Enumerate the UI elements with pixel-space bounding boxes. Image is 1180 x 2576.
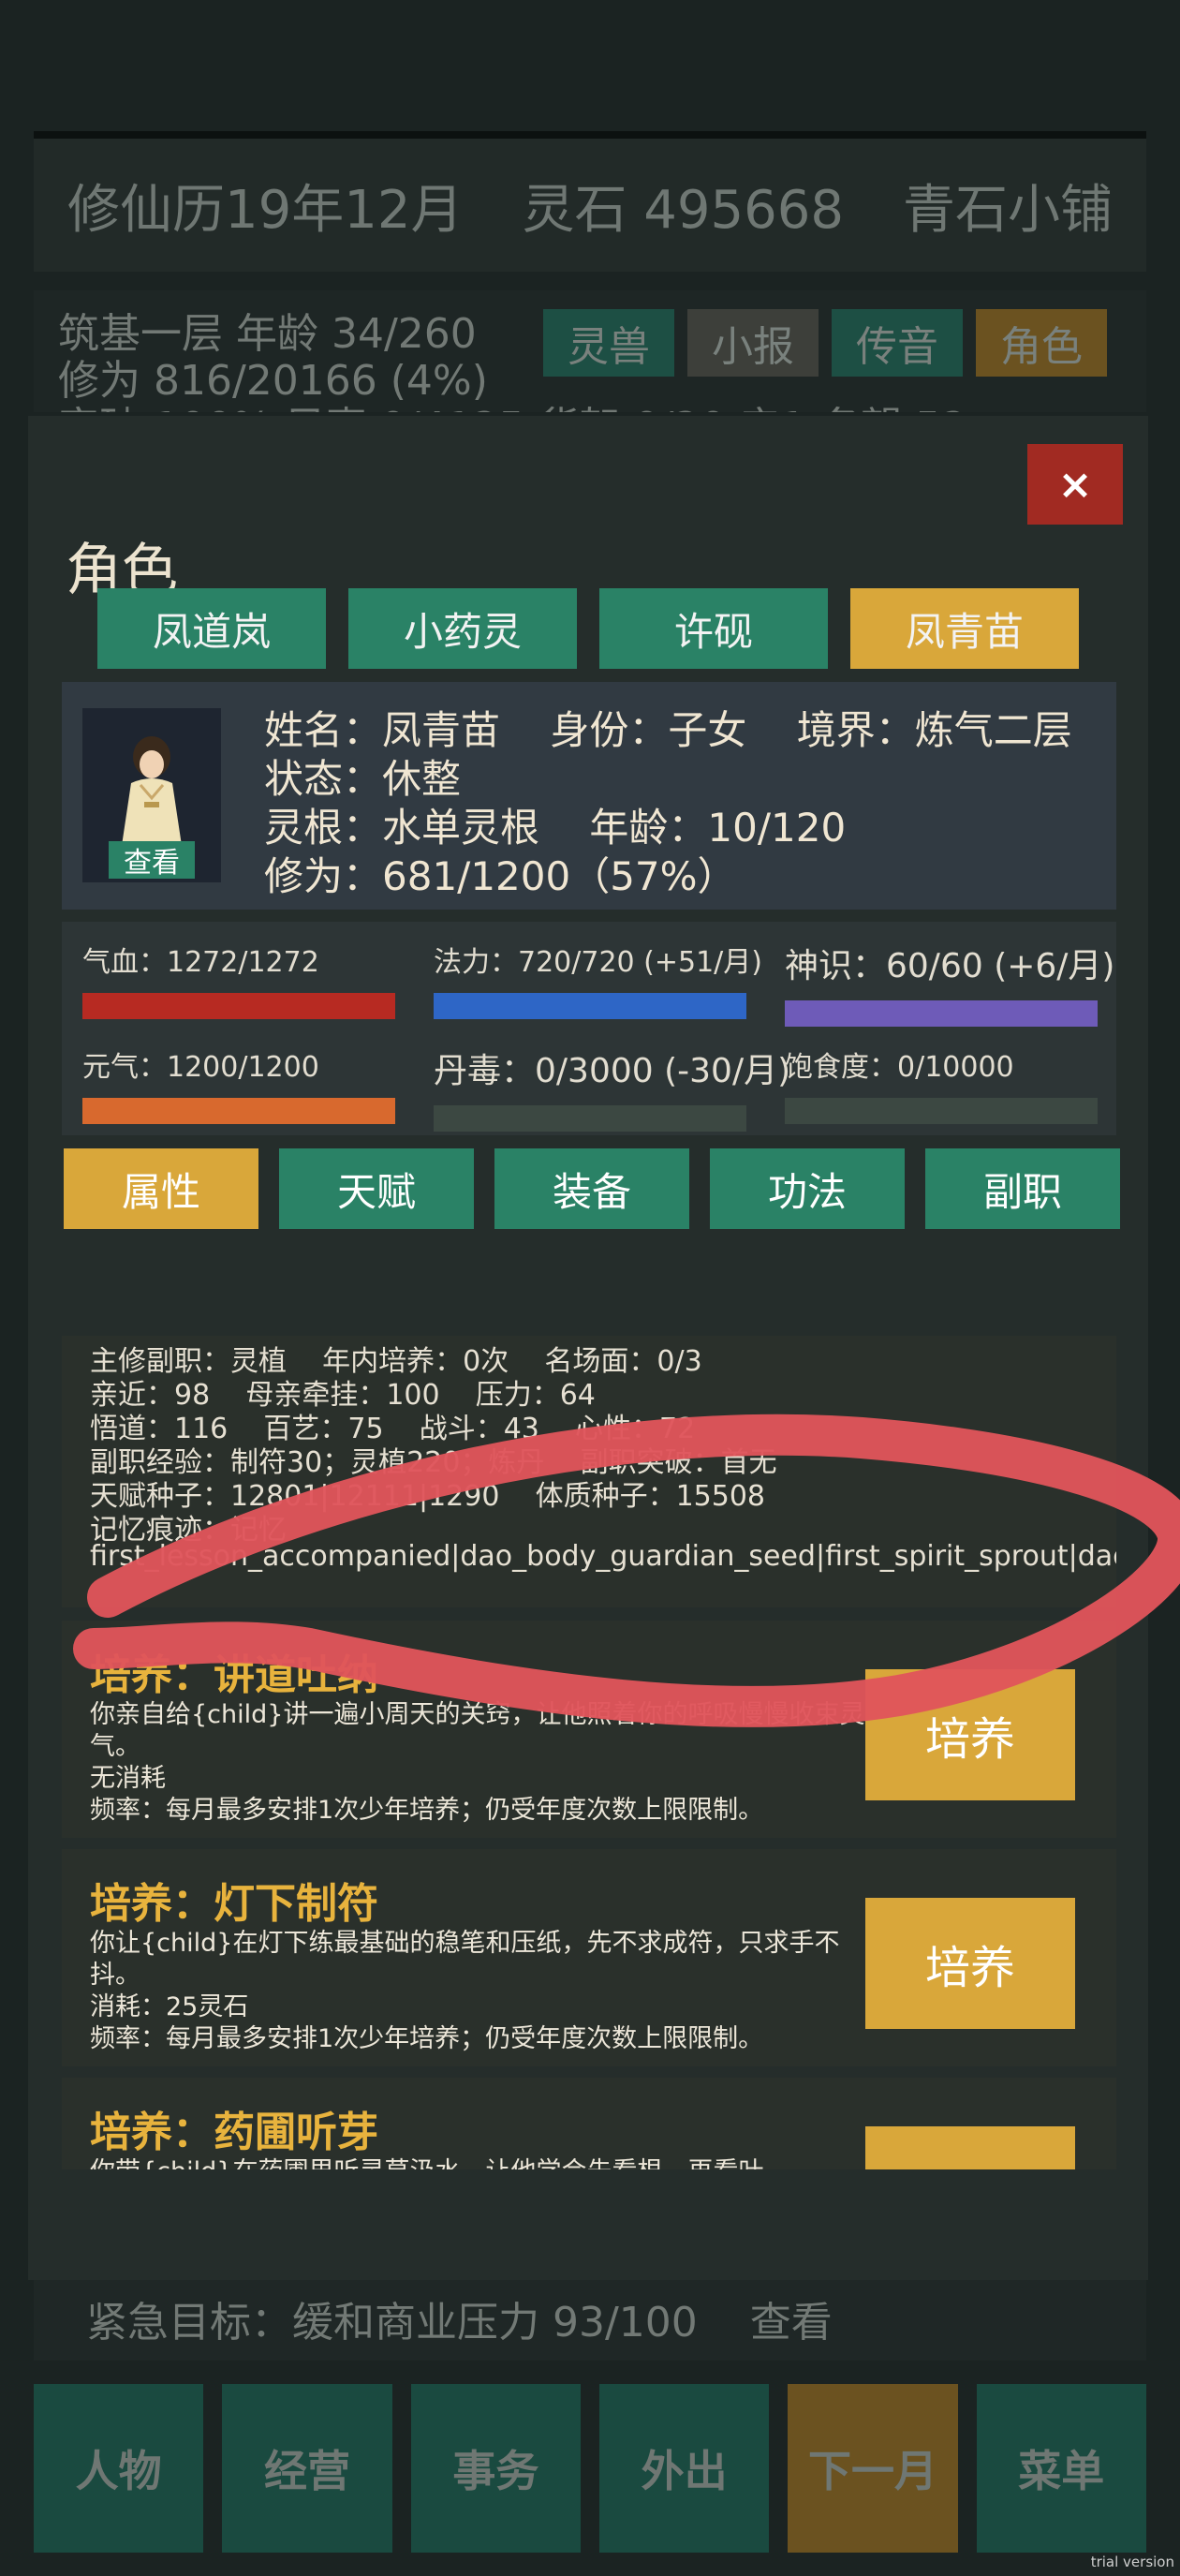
mana-stat: 法力：720/720 (+51/月) [434,939,762,1019]
stat-label: 丹毒：0/3000 (-30/月) [434,1052,791,1090]
card-title: 培养：讲道吐纳 [90,1651,378,1699]
card-description: 你亲自给{child}讲一遍小周天的关窍，让他照着你的呼吸慢慢收束灵气。 无消耗… [90,1699,886,1827]
stat-fill [785,1000,1098,1027]
nav-affairs[interactable]: 事务 [410,2384,581,2553]
training-card: 培养：讲道吐纳 你亲自给{child}讲一遍小周天的关窍，让他照着你的呼吸慢慢收… [62,1621,1116,1838]
nav-outing[interactable]: 外出 [598,2384,770,2553]
spirit-sense-stat: 神识：60/60 (+6/月) [785,939,1115,1027]
stat-label: 元气：1200/1200 [82,1051,319,1084]
card-cost: 消耗：25灵石 [90,1992,249,2021]
tab-talents[interactable]: 天赋 [279,1148,474,1229]
train-button[interactable]: 培养 [865,1898,1075,2029]
stat-label: 饱食度：0/10000 [785,1051,1014,1084]
character-tab[interactable]: 凤道岚 [97,588,326,669]
card-description: 你让{child}在灯下练最基础的稳笔和压纸，先不求成符，只求手不抖。 消耗：2… [90,1928,886,2055]
character-tab[interactable]: 许砚 [599,588,828,669]
view-button[interactable]: 查看 [109,841,195,880]
train-button[interactable]: 培养 [865,1669,1075,1800]
pill-toxin-stat: 丹毒：0/3000 (-30/月) [434,1044,791,1132]
message-button[interactable]: 传音 [832,309,963,377]
goal-view-link[interactable]: 查看 [750,2288,833,2348]
training-list[interactable]: 培养：讲道吐纳 你亲自给{child}讲一遍小周天的关窍，让他照着你的呼吸慢慢收… [62,1621,1116,2169]
card-desc-text: 你亲自给{child}讲一遍小周天的关窍，让他照着你的呼吸慢慢收束灵气。 [90,1700,865,1761]
training-card: 培养：灯下制符 你让{child}在灯下练最基础的稳笔和压纸，先不求成符，只求手… [62,1849,1116,2066]
train-button[interactable]: 培养 [865,2126,1075,2169]
bottom-nav: 人物 经营 事务 外出 下一月 菜单 [34,2384,1146,2553]
nav-character[interactable]: 人物 [34,2384,204,2553]
card-title: 培养：灯下制符 [90,1880,378,1928]
stat-bar [785,1098,1098,1124]
stat-bar [434,1105,746,1132]
nav-business[interactable]: 经营 [222,2384,392,2553]
urgent-goal-bar: 紧急目标：缓和商业压力 93/100 查看 [34,2276,1146,2361]
stat-bar [785,1000,1098,1027]
tab-techniques[interactable]: 功法 [710,1148,905,1229]
attribute-info-panel: 主修副职：灵植 年内培养：0次 名场面：0/3 亲近：98 母亲牵挂：100 压… [62,1336,1116,1607]
tab-attributes[interactable]: 属性 [64,1148,258,1229]
stat-bar [82,1098,395,1124]
tab-side-job[interactable]: 副职 [925,1148,1120,1229]
character-portrait[interactable]: 查看 [82,708,221,882]
status-buttons: 灵兽 小报 传音 角色 [543,309,1107,377]
character-tab-active[interactable]: 凤青苗 [850,588,1079,669]
card-desc-text: 你带{child}在药圃里听灵草汲水，让他学会先看根，再看叶。 [90,2156,886,2169]
breakthrough-text: 突破 100% 风声 0/4125 货架 0/20 产1 名望 52 [58,393,967,412]
stat-fill [82,1098,395,1124]
character-tab[interactable]: 小药灵 [348,588,577,669]
stat-bars: 气血：1272/1272 法力：720/720 (+51/月) 神识：60/60… [62,922,1116,1135]
character-tabs: 凤道岚 小药灵 许砚 凤青苗 [97,588,1079,669]
card-desc-text: 你让{child}在灯下练最基础的稳笔和压纸，先不求成符，只求手不抖。 [90,1929,840,1990]
stat-label: 气血：1272/1272 [82,946,319,979]
info-line: first_lesson_accompanied|dao_body_guardi… [90,1540,1116,1573]
satiety-stat: 饱食度：0/10000 [785,1044,1098,1124]
stat-bar [434,993,746,1019]
detail-tabs: 属性 天赋 装备 功法 副职 [64,1148,1120,1229]
shop-name: 青石小铺 [903,179,1113,241]
calendar-date: 修仙历19年12月 [67,179,464,241]
card-title: 培养：药圃听芽 [90,2109,378,2156]
nav-menu[interactable]: 菜单 [976,2384,1146,2553]
close-button[interactable]: × [1027,444,1123,525]
training-card: 培养：药圃听芽 你带{child}在药圃里听灵草汲水，让他学会先看根，再看叶。 … [62,2078,1116,2169]
tab-equipment[interactable]: 装备 [494,1148,689,1229]
card-frequency: 频率：每月最多安排1次少年培养；仍受年度次数上限限制。 [90,1796,764,1825]
character-profile: 查看 姓名：凤青苗 身份：子女 境界：炼气二层 状态：休整 灵根：水单灵根 年龄… [62,682,1116,910]
stat-fill [82,993,395,1019]
vitality-stat: 元气：1200/1200 [82,1044,395,1124]
card-cost: 无消耗 [90,1764,166,1793]
stat-label: 神识：60/60 (+6/月) [785,947,1115,985]
card-description: 你带{child}在药圃里听灵草汲水，让他学会先看根，再看叶。 [90,2156,886,2169]
nav-next-month[interactable]: 下一月 [788,2384,958,2553]
news-button[interactable]: 小报 [687,309,819,377]
hp-stat: 气血：1272/1272 [82,939,395,1019]
spirit-stone-count: 灵石 495668 [522,179,845,241]
character-button[interactable]: 角色 [976,309,1107,377]
stat-label: 法力：720/720 (+51/月) [434,946,762,979]
top-status-bar: 修仙历19年12月 灵石 495668 青石小铺 [34,131,1146,272]
stat-bar [82,993,395,1019]
spirit-beast-button[interactable]: 灵兽 [543,309,674,377]
profile-cultivation-line: 修为：681/1200（57%） [264,853,737,899]
card-frequency: 频率：每月最多安排1次少年培养；仍受年度次数上限限制。 [90,2024,764,2053]
trial-watermark: trial version [1090,2554,1174,2570]
goal-text: 紧急目标：缓和商业压力 93/100 [86,2299,698,2347]
stat-fill [434,993,746,1019]
